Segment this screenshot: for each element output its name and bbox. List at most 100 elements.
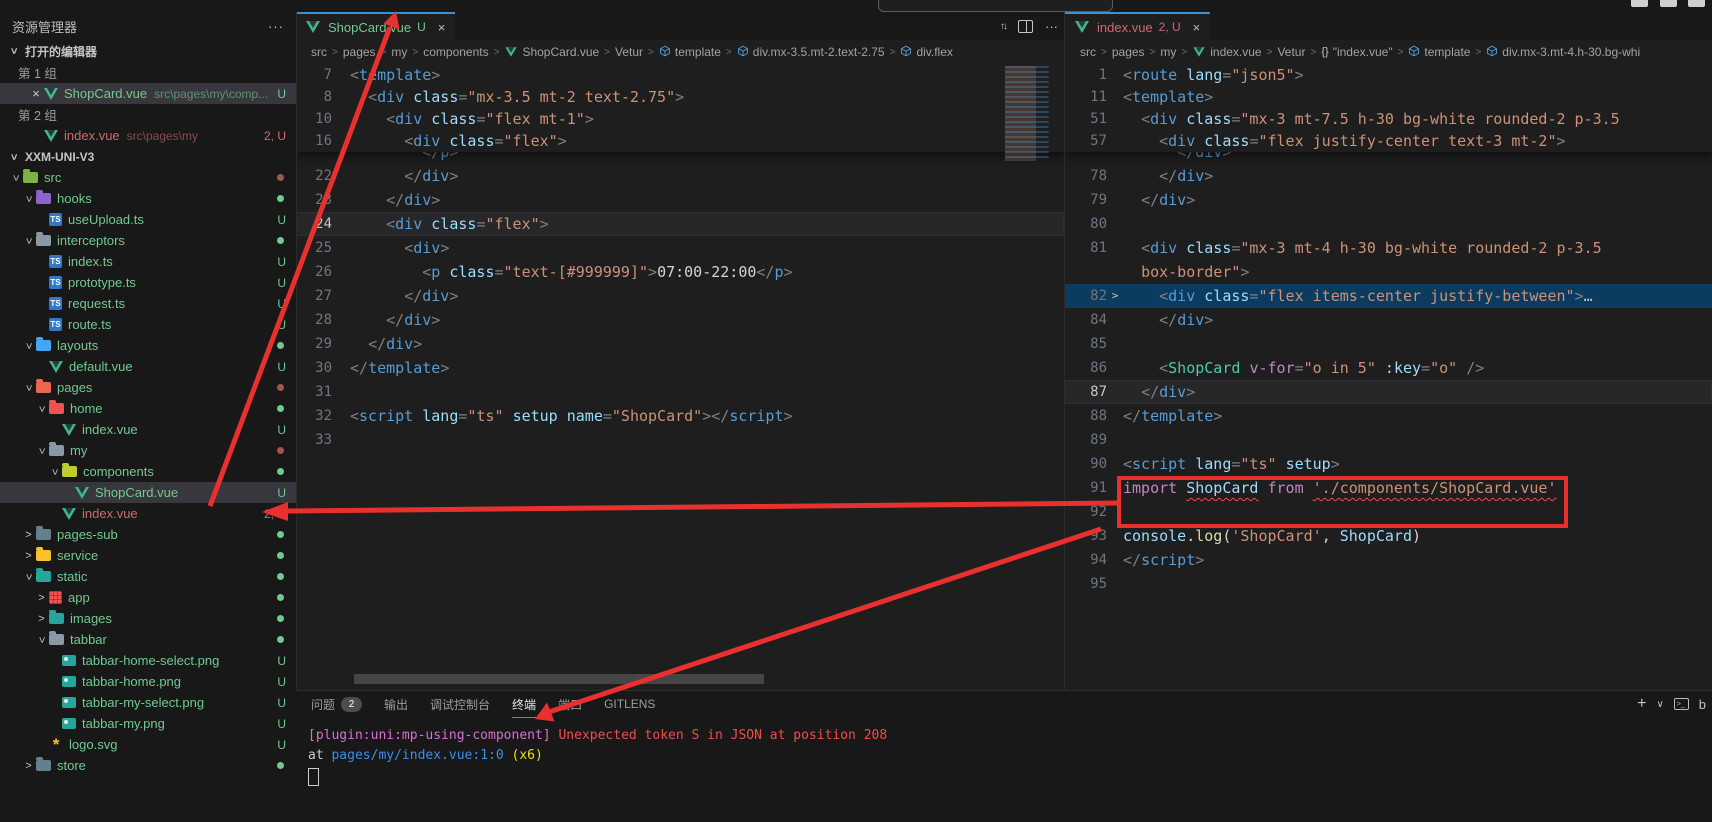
close-icon[interactable]: ×: [1193, 20, 1201, 35]
tree-item-images[interactable]: >images: [0, 608, 296, 629]
chevron-right-icon[interactable]: >: [21, 550, 36, 562]
code-line[interactable]: 91import ShopCard from './components/Sho…: [1065, 476, 1712, 500]
chevron-right-icon[interactable]: >: [34, 613, 49, 625]
code-line[interactable]: 94</script>: [1065, 548, 1712, 572]
chevron-down-icon[interactable]: >: [23, 191, 35, 206]
breadcrumb-item[interactable]: div.mx-3.5.mt-2.text-2.75: [737, 45, 885, 60]
code-line[interactable]: box-border">: [1065, 260, 1712, 284]
tree-item-tabbar-home-select-png[interactable]: tabbar-home-select.pngU: [0, 650, 296, 671]
code-line[interactable]: 30</template>: [296, 356, 1064, 380]
maximize-button[interactable]: [1660, 0, 1677, 7]
tree-item-store[interactable]: >store: [0, 755, 296, 776]
tree-item-app[interactable]: >app: [0, 587, 296, 608]
breadcrumb-item[interactable]: div.flex: [900, 45, 952, 60]
breadcrumb-item[interactable]: ShopCard.vue: [504, 45, 599, 59]
tree-item-tabbar-home-png[interactable]: tabbar-home.pngU: [0, 671, 296, 692]
open-editors-section[interactable]: > 打开的编辑器: [0, 40, 296, 62]
code-line[interactable]: 27 </div>: [296, 284, 1064, 308]
code-line[interactable]: 1<route lang="json5">: [1065, 64, 1712, 86]
tree-item-my[interactable]: >my: [0, 440, 296, 461]
code-line[interactable]: 90<script lang="ts" setup>: [1065, 452, 1712, 476]
code-line[interactable]: 92: [1065, 500, 1712, 524]
tree-item-pages-sub[interactable]: >pages-sub: [0, 524, 296, 545]
tree-item-components[interactable]: >components: [0, 461, 296, 482]
code-line[interactable]: 51 <div class="mx-3 mt-7.5 h-30 bg-white…: [1065, 108, 1712, 130]
chevron-down-icon[interactable]: >: [23, 233, 35, 248]
minimap[interactable]: [1005, 66, 1061, 161]
tree-item-static[interactable]: >static: [0, 566, 296, 587]
code-line[interactable]: 28 </div>: [296, 308, 1064, 332]
chevron-down-icon[interactable]: >: [36, 632, 48, 647]
breadcrumb-item[interactable]: {}"index.vue": [1321, 45, 1392, 59]
new-terminal-icon[interactable]: +: [1637, 696, 1646, 712]
breadcrumb-item[interactable]: components: [423, 45, 488, 59]
open-editor-item[interactable]: ×ShopCard.vuesrc\pages\my\comp...U: [0, 83, 296, 104]
code-line[interactable]: 25 <div>: [296, 236, 1064, 260]
tree-item-tabbar-my-select-png[interactable]: tabbar-my-select.pngU: [0, 692, 296, 713]
panel-tab-端口[interactable]: 端口: [558, 691, 582, 718]
code-line[interactable]: 33: [296, 428, 1064, 452]
code-line[interactable]: 23 </div>: [296, 188, 1064, 212]
chevron-down-icon[interactable]: >: [23, 380, 35, 395]
close-icon[interactable]: ×: [28, 86, 44, 101]
breadcrumb-item[interactable]: div.mx-3.mt-4.h-30.bg-whi: [1486, 45, 1640, 60]
tree-item-interceptors[interactable]: >interceptors: [0, 230, 296, 251]
tree-item-shopcard-vue[interactable]: ShopCard.vueU: [0, 482, 296, 503]
code-editor[interactable]: 1<route lang="json5">11<template>51 <div…: [1065, 64, 1712, 690]
code-line[interactable]: 78 </div>: [1065, 164, 1712, 188]
breadcrumb-item[interactable]: Vetur: [1277, 45, 1305, 59]
code-line[interactable]: 26 <p class="text-[#999999]">07:00-22:00…: [296, 260, 1064, 284]
tree-item-prototype-ts[interactable]: TSprototype.tsU: [0, 272, 296, 293]
close-window-button[interactable]: [1688, 0, 1705, 7]
tree-item-pages[interactable]: >pages: [0, 377, 296, 398]
chevron-down-icon[interactable]: >: [23, 569, 35, 584]
breadcrumb-item[interactable]: pages: [1112, 45, 1145, 59]
chevron-down-icon[interactable]: >: [36, 443, 48, 458]
panel-tab-问题[interactable]: 问题2: [311, 691, 362, 718]
code-line[interactable]: 86 <ShopCard v-for="o in 5" :key="o" />: [1065, 356, 1712, 380]
code-editor[interactable]: 7<template>8 <div class="mx-3.5 mt-2 tex…: [296, 64, 1064, 690]
code-line[interactable]: 81 <div class="mx-3 mt-4 h-30 bg-white r…: [1065, 236, 1712, 260]
tree-item-default-vue[interactable]: default.vueU: [0, 356, 296, 377]
chevron-down-icon[interactable]: ∨: [1656, 699, 1663, 710]
code-line[interactable]: 89: [1065, 428, 1712, 452]
tree-item-index-ts[interactable]: TSindex.tsU: [0, 251, 296, 272]
panel-tab-输出[interactable]: 输出: [384, 691, 408, 718]
split-editor-icon[interactable]: [1018, 20, 1033, 33]
terminal-list-item[interactable]: b: [1699, 697, 1706, 712]
code-line[interactable]: 87 </div>: [1065, 380, 1712, 404]
chevron-right-icon[interactable]: >: [21, 529, 36, 541]
tree-item-route-ts[interactable]: TSroute.tsU: [0, 314, 296, 335]
breadcrumb-item[interactable]: my: [391, 45, 407, 59]
chevron-down-icon[interactable]: >: [10, 170, 22, 185]
close-icon[interactable]: ×: [438, 20, 446, 35]
tree-item-index-vue[interactable]: index.vueU: [0, 419, 296, 440]
open-editor-item[interactable]: index.vuesrc\pages\my2, U: [0, 125, 296, 146]
breadcrumb-item[interactable]: src: [1080, 45, 1096, 59]
code-line[interactable]: 7<template>: [296, 64, 1064, 86]
chevron-down-icon[interactable]: >: [36, 401, 48, 416]
tree-item-layouts[interactable]: >layouts: [0, 335, 296, 356]
code-line[interactable]: 95: [1065, 572, 1712, 596]
breadcrumb-item[interactable]: src: [311, 45, 327, 59]
breadcrumb-item[interactable]: template: [659, 45, 721, 60]
code-line[interactable]: 8 <div class="mx-3.5 mt-2 text-2.75">: [296, 86, 1064, 108]
breadcrumb-item[interactable]: my: [1160, 45, 1176, 59]
breadcrumb-item[interactable]: template: [1408, 45, 1470, 60]
terminal-icon[interactable]: >_: [1674, 698, 1689, 710]
code-line[interactable]: 82> <div class="flex items-center justif…: [1065, 284, 1712, 308]
code-line[interactable]: 16 <div class="flex">: [296, 130, 1064, 152]
more-actions-icon[interactable]: ···: [1045, 19, 1058, 34]
fold-chevron-icon[interactable]: >: [1107, 284, 1123, 308]
terminal-output[interactable]: [plugin:uni:mp-using-component] Unexpect…: [296, 718, 1712, 787]
code-line[interactable]: </div>: [1065, 152, 1712, 164]
tree-item-tabbar[interactable]: >tabbar: [0, 629, 296, 650]
code-line[interactable]: 79 </div>: [1065, 188, 1712, 212]
tree-item-home[interactable]: >home: [0, 398, 296, 419]
breadcrumb-item[interactable]: index.vue: [1192, 45, 1261, 59]
code-line[interactable]: 10 <div class="flex mt-1">: [296, 108, 1064, 130]
tree-item-useupload-ts[interactable]: TSuseUpload.tsU: [0, 209, 296, 230]
tree-item-hooks[interactable]: >hooks: [0, 188, 296, 209]
project-root[interactable]: > XXM-UNI-V3: [0, 146, 296, 167]
code-line[interactable]: 80: [1065, 212, 1712, 236]
